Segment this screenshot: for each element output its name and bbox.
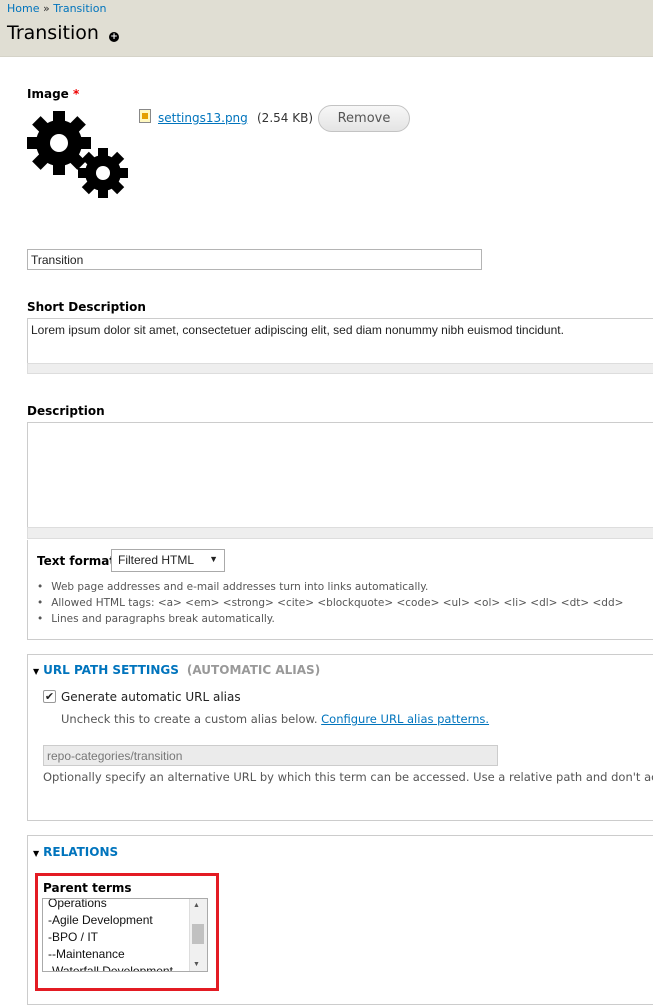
tip-item: Web page addresses and e-mail addresses … bbox=[37, 579, 623, 595]
dropdown-arrow-icon: ▼ bbox=[209, 554, 218, 564]
breadcrumb-separator: » bbox=[42, 2, 50, 15]
description-textarea[interactable] bbox=[27, 422, 653, 528]
breadcrumb-home-link[interactable]: Home bbox=[7, 2, 39, 15]
text-format-select[interactable]: Filtered HTML ▼ bbox=[111, 549, 225, 572]
tip-item: Allowed HTML tags: <a> <em> <strong> <ci… bbox=[37, 595, 623, 611]
tip-item: Lines and paragraphs break automatically… bbox=[37, 611, 623, 627]
relations-legend[interactable]: ▼ RELATIONS bbox=[33, 845, 118, 859]
short-description-textarea[interactable]: Lorem ipsum dolor sit amet, consectetuer… bbox=[27, 318, 653, 364]
gears-icon bbox=[27, 111, 128, 198]
parent-terms-select[interactable]: Operations -Agile Development -BPO / IT … bbox=[42, 898, 208, 972]
alias-help-text: Uncheck this to create a custom alias be… bbox=[61, 712, 489, 726]
remove-button[interactable]: Remove bbox=[318, 105, 410, 132]
parent-term-option[interactable]: -BPO / IT bbox=[43, 929, 207, 946]
file-link[interactable]: settings13.png bbox=[158, 111, 248, 125]
file-icon bbox=[139, 109, 151, 123]
parent-term-option[interactable]: -Agile Development bbox=[43, 912, 207, 929]
parent-term-option[interactable]: -Waterfall Development bbox=[43, 963, 207, 971]
generate-alias-checkbox[interactable]: ✔ bbox=[43, 690, 56, 703]
scroll-up-icon[interactable]: ▲ bbox=[193, 902, 200, 909]
name-input[interactable] bbox=[27, 249, 482, 270]
page-title: Transition bbox=[7, 22, 99, 44]
scroll-down-icon[interactable]: ▼ bbox=[193, 961, 200, 968]
url-alias-input[interactable] bbox=[43, 745, 498, 766]
short-description-label: Short Description bbox=[27, 300, 146, 314]
parent-term-option[interactable]: Operations bbox=[43, 899, 207, 912]
generate-alias-label[interactable]: Generate automatic URL alias bbox=[61, 690, 241, 704]
breadcrumb-current-link[interactable]: Transition bbox=[53, 2, 106, 15]
plus-circle-icon[interactable]: + bbox=[109, 32, 119, 42]
description-label: Description bbox=[27, 404, 105, 418]
text-format-label: Text format bbox=[37, 554, 116, 568]
image-label-text: Image bbox=[27, 87, 69, 101]
listbox-scrollbar[interactable]: ▲ ▼ bbox=[189, 899, 207, 971]
configure-alias-link[interactable]: Configure URL alias patterns. bbox=[321, 712, 489, 726]
file-size: (2.54 KB) bbox=[257, 111, 313, 125]
collapse-triangle-icon: ▼ bbox=[33, 849, 40, 858]
breadcrumb: Home » Transition bbox=[7, 2, 106, 15]
url-path-legend-text: URL PATH SETTINGS bbox=[43, 663, 179, 677]
text-format-selected: Filtered HTML bbox=[118, 553, 195, 567]
url-alias-description: Optionally specify an alternative URL by… bbox=[43, 770, 653, 784]
url-path-legend[interactable]: ▼ URL PATH SETTINGS (AUTOMATIC ALIAS) bbox=[33, 663, 320, 677]
relations-legend-text: RELATIONS bbox=[43, 845, 119, 859]
alias-help-plain: Uncheck this to create a custom alias be… bbox=[61, 712, 318, 726]
url-path-legend-suffix: (AUTOMATIC ALIAS) bbox=[186, 663, 321, 677]
image-field-label: Image * bbox=[27, 87, 79, 101]
parent-term-option[interactable]: --Maintenance bbox=[43, 946, 207, 963]
text-format-tips: Web page addresses and e-mail addresses … bbox=[37, 579, 623, 627]
scroll-thumb[interactable] bbox=[192, 924, 204, 944]
collapse-triangle-icon: ▼ bbox=[33, 667, 40, 676]
description-resize-grip[interactable] bbox=[27, 527, 653, 539]
textarea-resize-grip[interactable] bbox=[27, 363, 653, 374]
parent-terms-label: Parent terms bbox=[43, 881, 132, 895]
required-marker: * bbox=[72, 87, 80, 101]
url-path-fieldset bbox=[27, 654, 653, 821]
